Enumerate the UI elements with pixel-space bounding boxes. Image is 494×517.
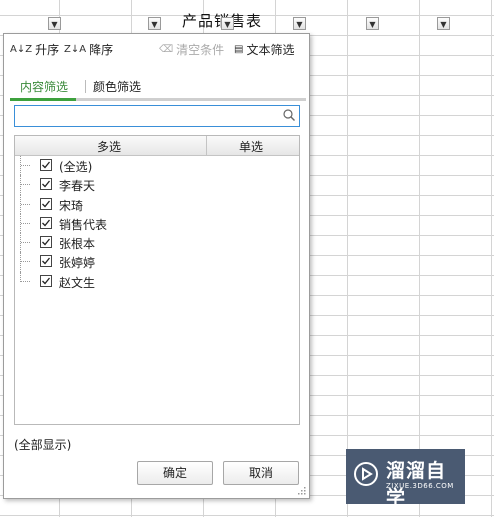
- cancel-button[interactable]: 取消: [223, 461, 299, 485]
- filter-dropdown-button-active[interactable]: ▼: [293, 17, 306, 30]
- filter-toolbar: A↓Z 升序 Z↓A 降序 ⌫ 清空条件 ▤ 文本筛选: [4, 34, 309, 64]
- list-item[interactable]: 李春天: [15, 175, 299, 195]
- list-header: 多选 单选: [15, 136, 299, 156]
- list-item[interactable]: 宋琦: [15, 194, 299, 214]
- tree-connector: [20, 252, 39, 272]
- column-multi-select[interactable]: 多选: [97, 138, 121, 155]
- filter-dropdown-button[interactable]: ▼: [148, 17, 161, 30]
- tree-connector: [20, 233, 39, 253]
- active-tab-indicator: [10, 98, 76, 101]
- sort-descending-button[interactable]: Z↓A 降序: [64, 41, 113, 58]
- filter-status-text: (全部显示): [14, 438, 72, 452]
- item-label: 张婷婷: [59, 256, 96, 271]
- checkmark-icon: [42, 258, 51, 265]
- tree-connector: [20, 175, 39, 195]
- filter-dropdown-button[interactable]: ▼: [366, 17, 379, 30]
- filter-dropdown-button[interactable]: ▼: [48, 17, 61, 30]
- tab-divider: [85, 80, 86, 93]
- item-checkbox[interactable]: [40, 197, 52, 210]
- filter-popup: A↓Z 升序 Z↓A 降序 ⌫ 清空条件 ▤ 文本筛选 内容筛选 颜色筛选 多选: [3, 33, 310, 499]
- watermark-logo: 溜溜自学 ZIXUE.3D66.COM: [346, 449, 465, 509]
- text-filter-label: 文本筛选: [246, 43, 295, 57]
- item-label: 张根本: [59, 237, 96, 252]
- item-label: 宋琦: [59, 198, 84, 213]
- resize-grip-icon[interactable]: [298, 487, 306, 495]
- text-filter-icon: ▤: [234, 44, 244, 55]
- filter-search-box[interactable]: [14, 105, 300, 127]
- checkmark-icon: [42, 161, 51, 169]
- item-label: (全选): [59, 160, 93, 174]
- checkmark-icon: [42, 180, 51, 188]
- tree-connector: [20, 271, 39, 282]
- item-checkbox[interactable]: [40, 274, 52, 287]
- sort-ascending-label: 升序: [35, 43, 60, 57]
- watermark-url: ZIXUE.3D66.COM: [386, 482, 454, 490]
- filter-value-list: 多选 单选 (全选) 李春天宋琦销售代表张根本张婷婷赵文生: [14, 135, 300, 425]
- filter-dropdown-button[interactable]: ▼: [221, 17, 234, 30]
- item-checkbox[interactable]: [40, 236, 52, 249]
- tree-connector: [20, 213, 39, 234]
- sort-ascending-icon: A↓Z: [10, 44, 33, 55]
- item-label: 赵文生: [59, 275, 96, 290]
- checkmark-icon: [42, 219, 51, 227]
- item-checkbox[interactable]: [40, 255, 52, 268]
- checkmark-icon: [42, 277, 51, 285]
- sort-ascending-button[interactable]: A↓Z 升序: [10, 41, 59, 58]
- ok-button[interactable]: 确定: [137, 461, 213, 485]
- filter-tabs: 内容筛选 颜色筛选: [10, 76, 306, 101]
- item-checkbox[interactable]: [40, 216, 52, 229]
- checkmark-icon: [42, 200, 51, 208]
- search-icon[interactable]: [283, 109, 295, 121]
- clear-filter-icon: ⌫: [159, 44, 174, 55]
- tree-connector: [20, 194, 39, 214]
- tab-content-filter[interactable]: 内容筛选: [20, 78, 68, 95]
- list-rows: (全选) 李春天宋琦销售代表张根本张婷婷赵文生: [15, 156, 299, 291]
- column-single-select[interactable]: 单选: [239, 138, 263, 155]
- column-divider: [206, 136, 207, 155]
- list-item[interactable]: 赵文生: [15, 271, 299, 291]
- sort-descending-icon: Z↓A: [64, 44, 87, 55]
- clear-condition-label: 清空条件: [176, 43, 225, 57]
- item-checkbox[interactable]: [40, 159, 52, 171]
- tree-connector: [20, 156, 39, 176]
- tab-color-filter[interactable]: 颜色筛选: [93, 78, 141, 95]
- list-item[interactable]: 张婷婷: [15, 252, 299, 272]
- text-filter-button[interactable]: ▤ 文本筛选: [234, 41, 294, 58]
- list-item[interactable]: (全选): [15, 156, 299, 176]
- filter-dropdown-button[interactable]: ▼: [437, 17, 450, 30]
- play-logo-icon: [354, 462, 378, 486]
- list-item[interactable]: 销售代表: [15, 213, 299, 234]
- item-label: 李春天: [59, 179, 96, 194]
- list-item[interactable]: 张根本: [15, 233, 299, 253]
- sort-descending-label: 降序: [89, 43, 114, 57]
- item-label: 销售代表: [59, 217, 108, 232]
- clear-condition-button[interactable]: ⌫ 清空条件: [159, 41, 224, 58]
- checkmark-icon: [42, 238, 51, 246]
- item-checkbox[interactable]: [40, 178, 52, 191]
